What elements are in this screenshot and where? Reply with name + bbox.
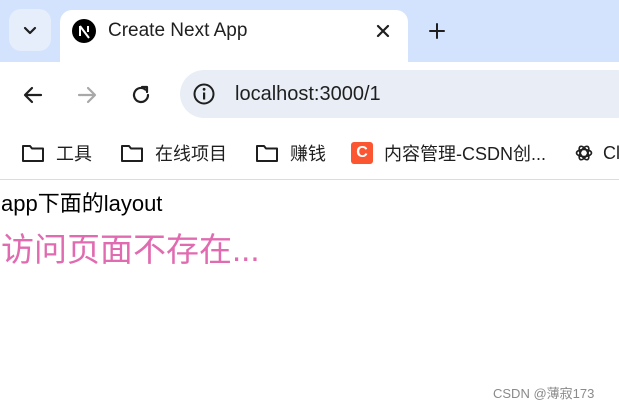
watermark: CSDN @薄寂173 — [493, 386, 595, 401]
bookmark-folder-earn-money[interactable]: 赚钱 — [255, 140, 326, 166]
bookmark-folder-online-projects[interactable]: 在线项目 — [120, 140, 227, 166]
url-text[interactable]: localhost:3000/1 — [235, 83, 381, 106]
bookmark-folder-tools[interactable]: 工具 — [21, 140, 92, 166]
nextjs-logo-icon — [72, 19, 96, 43]
browser-toolbar: localhost:3000/1 — [0, 62, 619, 128]
bookmarks-bar: 工具 在线项目 赚钱 C 内容管理-CSDN创... Cl — [0, 128, 619, 180]
bookmark-label: 在线项目 — [155, 144, 227, 164]
folder-icon — [22, 145, 44, 162]
arrow-left-icon — [23, 86, 43, 104]
reload-button[interactable] — [125, 79, 157, 111]
close-icon — [376, 24, 390, 38]
close-tab-button[interactable] — [370, 18, 396, 44]
bookmark-label: 赚钱 — [290, 144, 326, 164]
tab-search-button[interactable] — [9, 9, 51, 51]
bookmark-csdn-content-management[interactable]: C 内容管理-CSDN创... — [351, 140, 546, 166]
reload-icon — [132, 85, 150, 104]
address-bar[interactable]: localhost:3000/1 — [180, 70, 619, 118]
chevron-down-icon — [23, 26, 37, 35]
plus-icon — [429, 23, 445, 39]
site-info-icon[interactable] — [192, 82, 216, 106]
forward-button[interactable] — [71, 79, 103, 111]
not-found-message: 访问页面不存在... — [1, 231, 260, 268]
tab-strip: Create Next App — [0, 0, 619, 62]
arrow-right-icon — [77, 86, 97, 104]
bookmark-label: Cl — [603, 142, 619, 163]
back-button[interactable] — [17, 79, 49, 111]
active-tab[interactable]: Create Next App — [60, 10, 408, 62]
page-viewport: app下面的layout 访问页面不存在... CSDN @薄寂173 — [0, 181, 619, 412]
layout-heading: app下面的layout — [1, 191, 163, 216]
bookmark-label: 工具 — [56, 144, 92, 164]
folder-icon — [256, 145, 278, 162]
bookmark-label: 内容管理-CSDN创... — [384, 144, 546, 164]
csdn-logo-icon: C — [351, 142, 373, 164]
new-tab-button[interactable] — [422, 16, 452, 46]
bookmark-chatgpt[interactable]: Cl — [574, 140, 619, 166]
tab-title: Create Next App — [108, 20, 248, 41]
openai-icon — [575, 145, 593, 161]
folder-icon — [121, 145, 143, 162]
